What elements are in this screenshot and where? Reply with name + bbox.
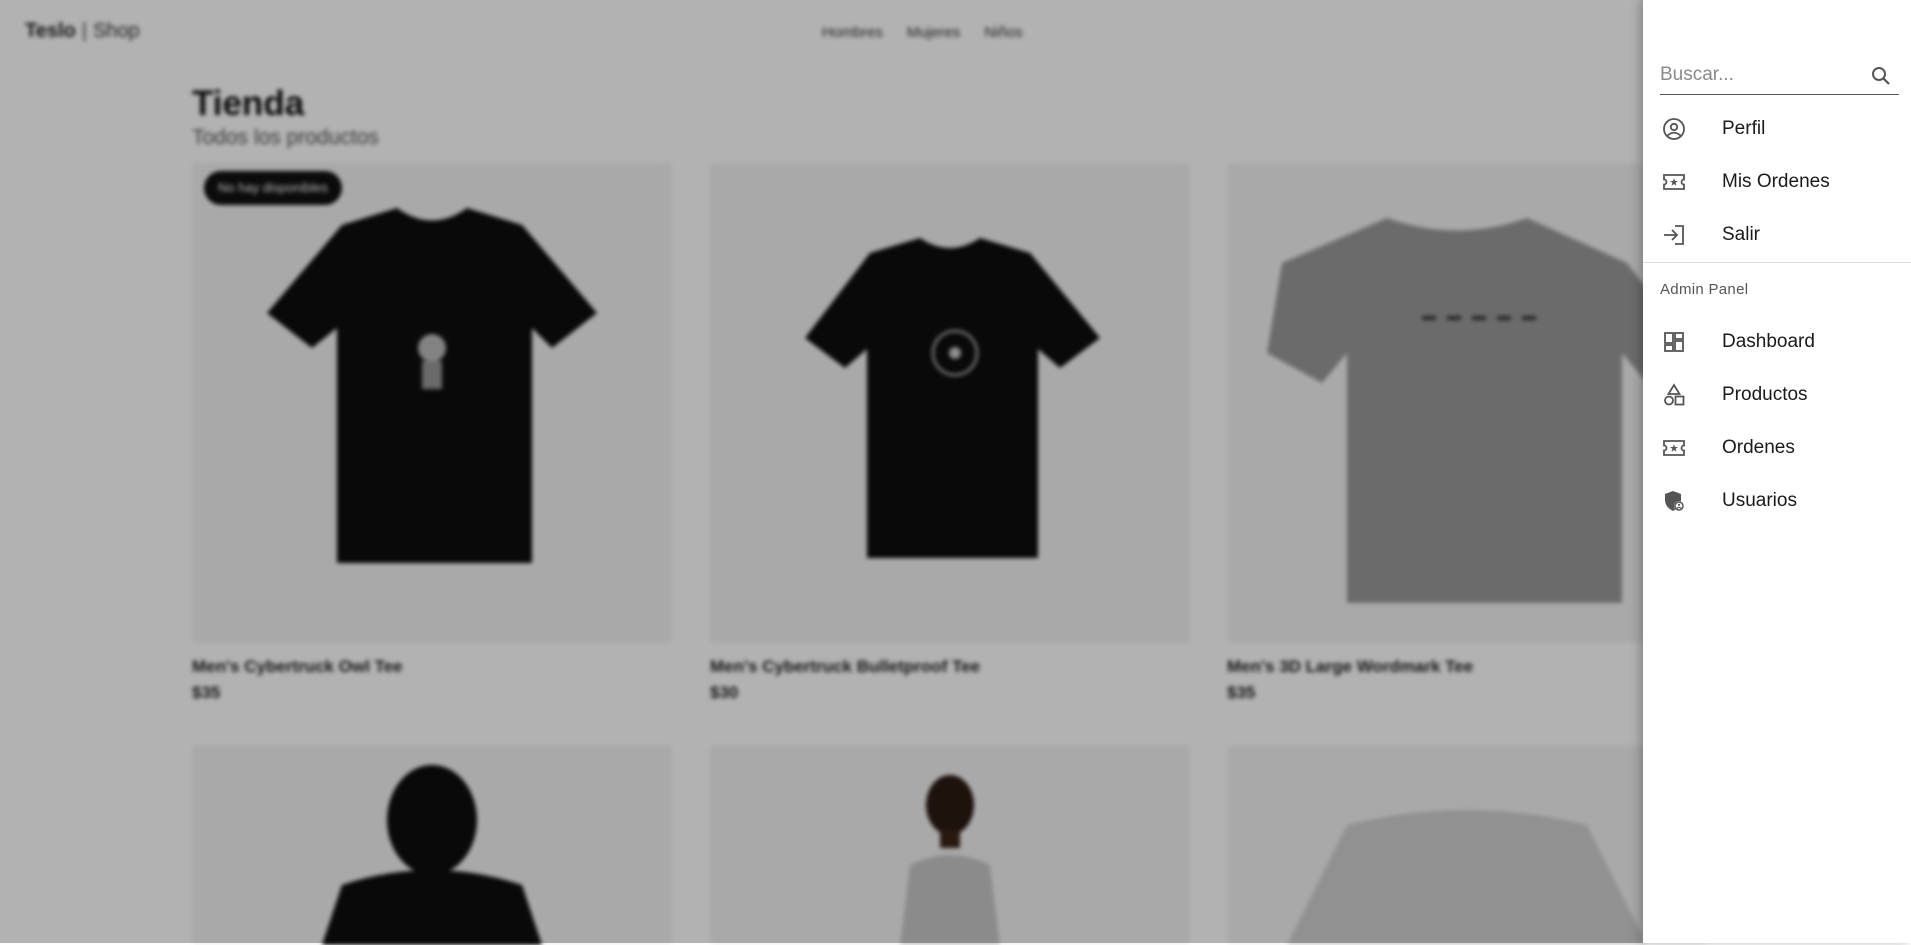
ticket-icon [1662, 170, 1686, 194]
login-icon [1662, 223, 1686, 247]
menu-item-label: Perfil [1722, 118, 1766, 139]
search-icon[interactable] [1869, 64, 1893, 88]
menu-item-label: Productos [1722, 384, 1808, 405]
menu-item-label: Ordenes [1722, 437, 1795, 458]
menu-item-ordenes[interactable]: Ordenes [1643, 425, 1911, 471]
menu-item-salir[interactable]: Salir [1643, 212, 1911, 258]
ticket-icon [1662, 436, 1686, 460]
menu-item-label: Usuarios [1722, 490, 1797, 511]
menu-item-dashboard[interactable]: Dashboard [1643, 319, 1911, 365]
account-circle-icon [1662, 117, 1686, 141]
menu-item-mis-ordenes[interactable]: Mis Ordenes [1643, 159, 1911, 205]
menu-item-usuarios[interactable]: Usuarios [1643, 478, 1911, 524]
category-icon [1662, 383, 1686, 407]
side-menu: Perfil Mis Ordenes Salir Admin Panel [1643, 0, 1911, 943]
menu-item-productos[interactable]: Productos [1643, 372, 1911, 418]
backdrop-overlay[interactable] [0, 0, 1643, 943]
search-field [1660, 58, 1899, 95]
menu-item-label: Mis Ordenes [1722, 171, 1830, 192]
menu-item-label: Salir [1722, 224, 1761, 245]
admin-shield-icon [1662, 489, 1686, 513]
dashboard-icon [1662, 330, 1686, 354]
menu-item-perfil[interactable]: Perfil [1643, 106, 1911, 152]
menu-divider [1643, 262, 1911, 263]
admin-panel-header: Admin Panel [1660, 281, 1749, 298]
menu-item-label: Dashboard [1722, 331, 1815, 352]
search-input[interactable] [1660, 62, 1860, 88]
